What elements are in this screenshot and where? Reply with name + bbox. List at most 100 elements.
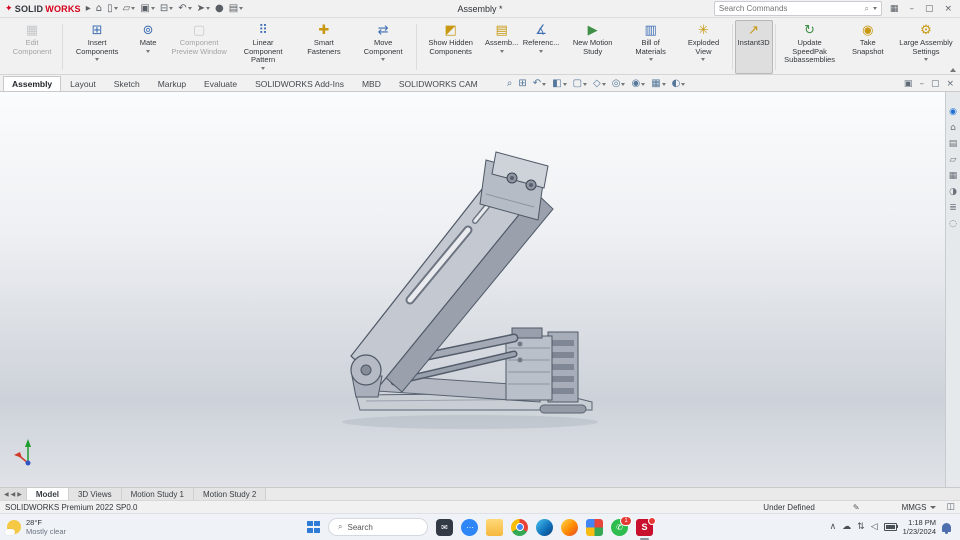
tab-mbd[interactable]: MBD — [353, 76, 390, 91]
zoom-fit-icon[interactable]: ⌕ — [507, 79, 513, 89]
open-document-button[interactable]: ▱ — [123, 3, 136, 14]
ribbon-button-bill-of-materials[interactable]: ▥ Bill of Materials — [624, 20, 677, 74]
tab-sketch[interactable]: Sketch — [105, 76, 149, 91]
dropdown-arrow-icon[interactable] — [261, 66, 266, 70]
new-document-button[interactable]: ▯ — [107, 3, 118, 14]
battery-icon[interactable] — [883, 523, 899, 531]
photos-icon[interactable] — [586, 518, 603, 536]
ribbon-button-show-hidden-components[interactable]: ◩ Show Hidden Components — [419, 20, 483, 74]
hide-show-items-button[interactable]: ◎ — [612, 79, 626, 89]
undo-button[interactable]: ↶ — [178, 3, 192, 14]
ribbon-button-insert-components[interactable]: ⊞ Insert Components — [65, 20, 129, 74]
save-button[interactable]: ▣ — [140, 3, 155, 14]
design-library-icon[interactable]: ▤ — [949, 140, 958, 149]
tab-layout[interactable]: Layout — [61, 76, 105, 91]
dropdown-arrow-icon[interactable] — [701, 58, 706, 61]
tab-evaluate[interactable]: Evaluate — [195, 76, 246, 91]
ribbon-button-exploded-view[interactable]: ✳ Exploded View — [677, 20, 729, 74]
zoom-area-icon[interactable]: ⊞ — [518, 79, 526, 89]
dropdown-arrow-icon[interactable] — [539, 49, 544, 53]
hidden-icons-caret[interactable]: ∧ — [830, 522, 837, 532]
scroll-left-icon[interactable]: ◀ — [11, 491, 16, 498]
apply-scene-button[interactable]: ▦ — [651, 79, 666, 89]
view-palette-icon[interactable]: ▦ — [949, 172, 958, 181]
taskbar-search[interactable]: ⌕ Search — [328, 518, 428, 536]
custom-properties-icon[interactable]: ≣ — [949, 204, 957, 213]
tab-model[interactable]: Model — [26, 488, 69, 500]
view-orientation-button[interactable]: ▢ — [573, 79, 588, 89]
sketch-ink-icon[interactable]: ● — [215, 3, 224, 14]
search-input[interactable] — [718, 4, 862, 13]
chat-app-icon[interactable]: ⋯ — [461, 518, 478, 536]
task-pane-toggle-icon[interactable]: ◫ — [946, 502, 955, 512]
minimize-doc-icon[interactable]: – — [919, 80, 924, 89]
start-button[interactable] — [307, 520, 320, 534]
appearances-icon[interactable]: ◑ — [949, 188, 957, 197]
edge-icon[interactable] — [536, 518, 553, 536]
dropdown-arrow-icon[interactable] — [146, 49, 151, 53]
tab-assembly[interactable]: Assembly — [3, 76, 62, 91]
view-settings-button[interactable]: ◐ — [672, 79, 686, 89]
select-tool-button[interactable]: ➤ — [197, 3, 210, 14]
volume-icon[interactable]: ◁ — [871, 522, 878, 532]
ribbon-button-instant3d[interactable]: ↗ Instant3D — [734, 20, 773, 74]
forum-icon[interactable]: ◌ — [949, 220, 957, 229]
chrome-icon[interactable] — [511, 518, 528, 536]
ribbon-button-reference-geometry[interactable]: ∡ Referenc... — [521, 20, 562, 74]
section-view-button[interactable]: ◧ — [552, 79, 567, 89]
close-doc-icon[interactable]: × — [946, 80, 954, 89]
home-icon[interactable]: ⌂ — [950, 124, 956, 133]
logo-expand-arrow-icon[interactable]: ▸ — [86, 3, 91, 14]
ribbon-button-assembly-features[interactable]: ▤ Assemb... — [483, 20, 521, 74]
tab-motion-study-2[interactable]: Motion Study 2 — [194, 488, 267, 500]
ribbon-button-update-speedpak[interactable]: ↻ Update SpeedPak Subassemblies — [778, 20, 842, 74]
unit-system-selector[interactable]: MMGS — [902, 503, 927, 512]
notifications-bell-icon[interactable] — [942, 522, 951, 534]
tab-3d-views[interactable]: 3D Views — [68, 488, 122, 500]
edit-appearance-button[interactable]: ◉ — [631, 79, 646, 89]
tab-solidworks-cam[interactable]: SOLIDWORKS CAM — [390, 76, 487, 91]
ribbon-button-mate[interactable]: ⊚ Mate — [129, 20, 167, 74]
ribbon-collapse-icon[interactable] — [950, 68, 956, 72]
solidworks-resources-icon[interactable]: ◉ — [949, 108, 957, 117]
chevron-down-icon[interactable] — [872, 7, 877, 10]
assembly-model[interactable] — [0, 92, 945, 487]
firefox-icon[interactable] — [561, 518, 578, 536]
print-button[interactable]: ⊟ — [160, 3, 174, 14]
tab-motion-study-1[interactable]: Motion Study 1 — [121, 488, 195, 500]
dropdown-arrow-icon[interactable] — [648, 58, 653, 61]
options-button[interactable]: ▤ — [229, 3, 244, 14]
dropdown-arrow-icon[interactable] — [923, 58, 928, 61]
whatsapp-icon[interactable]: ✆ 1 — [611, 515, 632, 536]
previous-view-button[interactable]: ↶ — [533, 79, 547, 89]
ribbon-button-move-component[interactable]: ⇄ Move Component — [353, 20, 414, 74]
ribbon-button-linear-component-pattern[interactable]: ⠿ Linear Component Pattern — [231, 20, 295, 74]
ribbon-button-take-snapshot[interactable]: ◉ Take Snapshot — [842, 20, 894, 74]
command-search[interactable]: ⌕ — [713, 1, 882, 16]
file-explorer-icon[interactable] — [486, 518, 503, 536]
tab-solidworks-add-ins[interactable]: SOLIDWORKS Add-Ins — [246, 76, 353, 91]
dropdown-arrow-icon[interactable] — [95, 58, 100, 61]
taskbar-clock[interactable]: 1:18 PM 1/23/2024 — [903, 518, 936, 536]
solidworks-taskbar-icon[interactable]: S — [636, 516, 656, 540]
search-icon[interactable]: ⌕ — [864, 4, 868, 14]
minimize-button[interactable]: – — [906, 4, 917, 14]
close-button[interactable]: × — [941, 4, 955, 14]
file-explorer-icon[interactable]: ▱ — [950, 156, 957, 165]
display-style-button[interactable]: ◇ — [593, 79, 606, 89]
weather-widget[interactable]: 28°F Mostly clear — [0, 518, 66, 536]
home-icon[interactable]: ⌂ — [96, 3, 102, 14]
apps-grid-icon[interactable]: ▦ — [887, 4, 902, 14]
mail-app-icon[interactable]: ✉ — [436, 518, 453, 536]
restore-button[interactable]: ▢ — [922, 4, 937, 14]
tab-markup[interactable]: Markup — [149, 76, 195, 91]
chevron-down-icon[interactable] — [930, 505, 937, 509]
onedrive-cloud-icon[interactable]: ☁ — [842, 522, 851, 532]
ribbon-button-new-motion-study[interactable]: ▶ New Motion Study — [561, 20, 623, 74]
graphics-area[interactable]: ◉ ⌂ ▤ ▱ ▦ ◑ ≣ ◌ — [0, 92, 960, 487]
restore-doc-icon[interactable]: ▢ — [931, 80, 940, 89]
new-window-icon[interactable]: ▣ — [904, 80, 913, 89]
dropdown-arrow-icon[interactable] — [499, 49, 504, 53]
dropdown-arrow-icon[interactable] — [381, 58, 386, 61]
ribbon-button-smart-fasteners[interactable]: ✚ Smart Fasteners — [295, 20, 353, 74]
